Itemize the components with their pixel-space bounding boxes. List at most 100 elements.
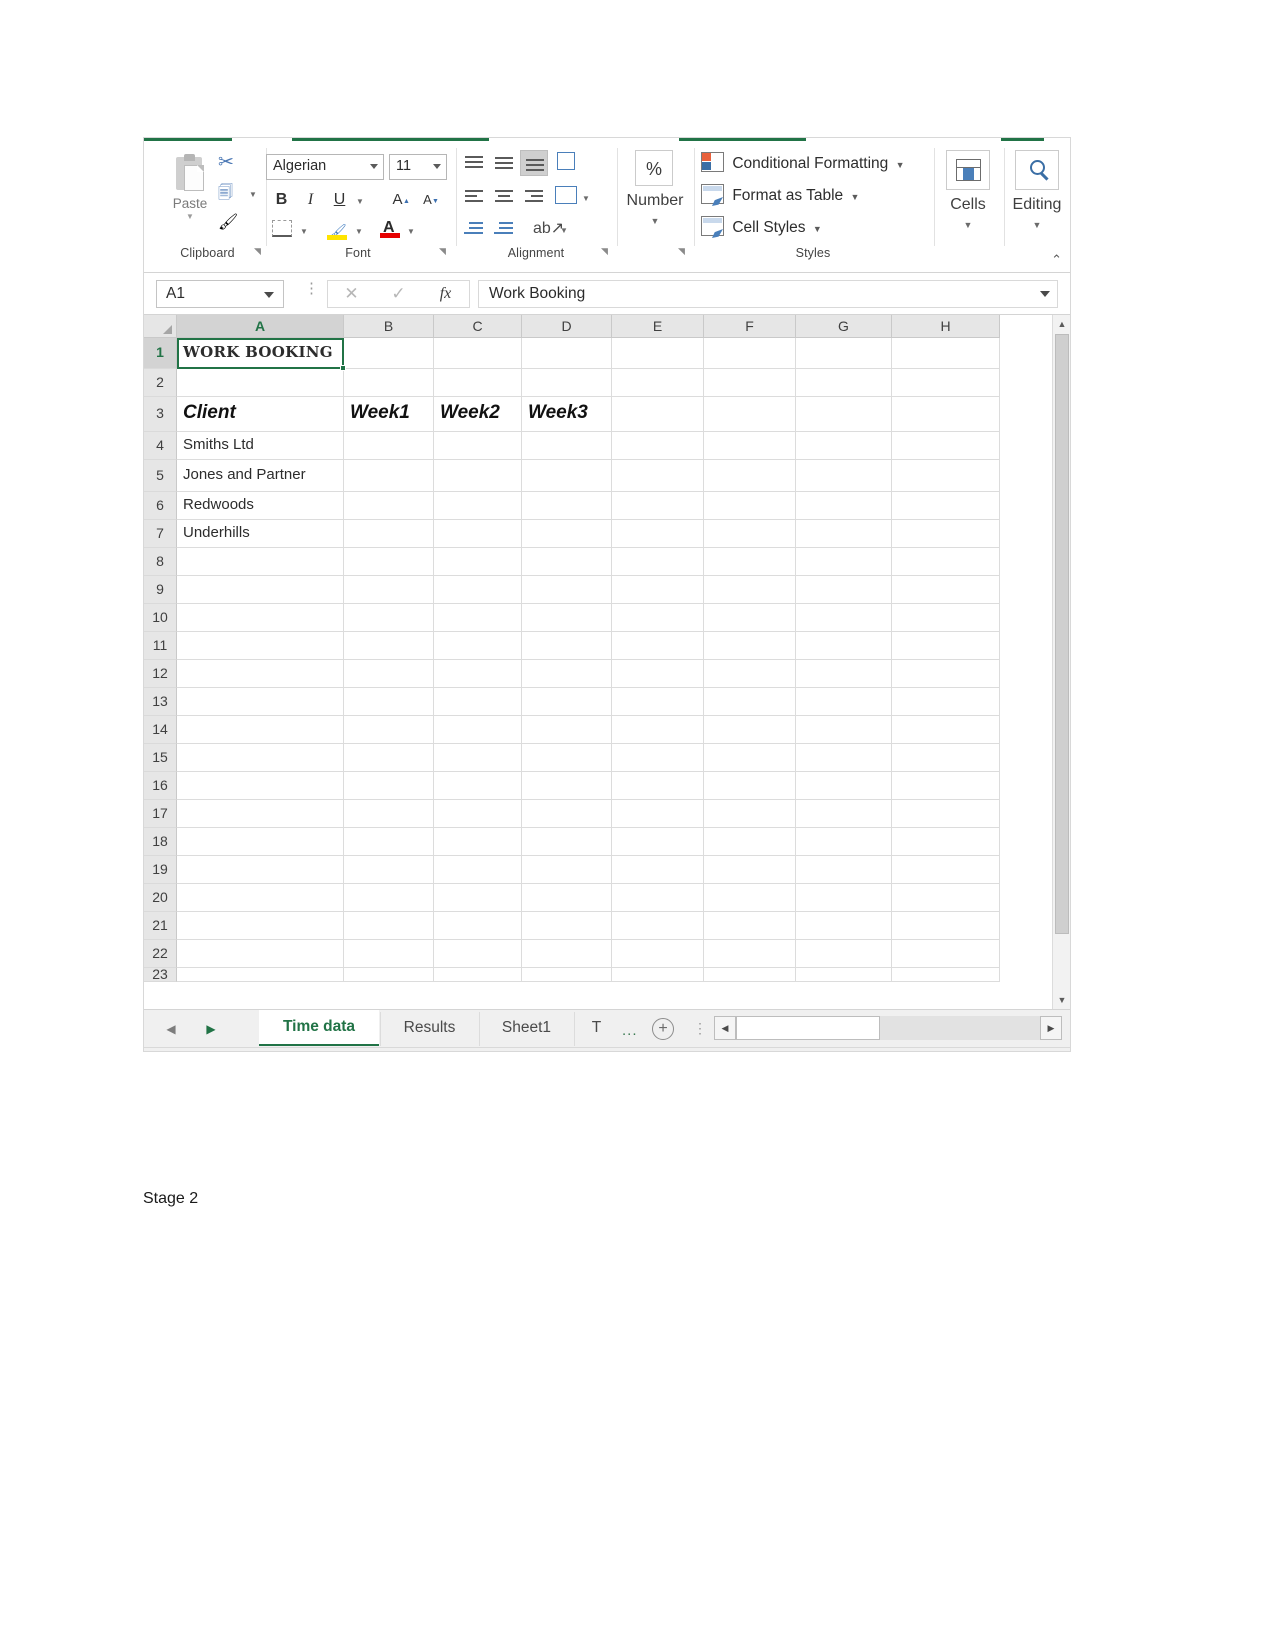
cell-H6[interactable] <box>892 492 1000 520</box>
cell-H11[interactable] <box>892 632 1000 660</box>
cell-B10[interactable] <box>344 604 434 632</box>
align-middle-button[interactable] <box>490 150 518 176</box>
cell-B5[interactable] <box>344 460 434 492</box>
row-header-21[interactable]: 21 <box>144 912 177 940</box>
copy-button[interactable]: 🗐 <box>218 180 248 206</box>
cell-D7[interactable] <box>522 520 612 548</box>
merge-dropdown-caret-icon[interactable]: ▼ <box>582 194 590 203</box>
formula-bar-grip[interactable]: ⋮ <box>304 281 319 296</box>
cell-E23[interactable] <box>612 968 704 982</box>
vertical-scrollbar[interactable]: ▲ ▼ <box>1052 315 1070 1009</box>
cell-C9[interactable] <box>434 576 522 604</box>
row-header-8[interactable]: 8 <box>144 548 177 576</box>
cell-H17[interactable] <box>892 800 1000 828</box>
merge-and-center-button[interactable] <box>552 184 580 210</box>
cell-G19[interactable] <box>796 856 892 884</box>
scroll-right-button[interactable]: ▶ <box>1040 1016 1062 1040</box>
cell-H21[interactable] <box>892 912 1000 940</box>
increase-font-size-button[interactable]: A ▲ <box>384 186 411 213</box>
row-header-18[interactable]: 18 <box>144 828 177 856</box>
add-sheet-button[interactable]: + <box>652 1018 674 1040</box>
cell-D1[interactable] <box>522 338 612 369</box>
cell-C17[interactable] <box>434 800 522 828</box>
editing-group-button[interactable]: Editing <box>1006 196 1068 214</box>
horizontal-scrollbar[interactable]: ◀ ▶ <box>714 1016 1062 1040</box>
row-header-12[interactable]: 12 <box>144 660 177 688</box>
cell-G15[interactable] <box>796 744 892 772</box>
font-color-button[interactable]: A <box>376 214 403 241</box>
cell-G23[interactable] <box>796 968 892 982</box>
cell-A10[interactable] <box>177 604 344 632</box>
cell-G14[interactable] <box>796 716 892 744</box>
cell-A18[interactable] <box>177 828 344 856</box>
cell-E1[interactable] <box>612 338 704 369</box>
column-header-G[interactable]: G <box>796 315 892 338</box>
paste-button[interactable]: Paste ▼ <box>162 148 218 240</box>
cell-B14[interactable] <box>344 716 434 744</box>
cell-E16[interactable] <box>612 772 704 800</box>
column-header-B[interactable]: B <box>344 315 434 338</box>
cell-C22[interactable] <box>434 940 522 968</box>
scroll-down-button[interactable]: ▼ <box>1053 991 1070 1009</box>
cell-E8[interactable] <box>612 548 704 576</box>
cell-G11[interactable] <box>796 632 892 660</box>
row-header-6[interactable]: 6 <box>144 492 177 520</box>
cell-E19[interactable] <box>612 856 704 884</box>
cell-A9[interactable] <box>177 576 344 604</box>
cell-C19[interactable] <box>434 856 522 884</box>
decrease-indent-button[interactable] <box>460 216 488 242</box>
underline-button[interactable]: U <box>326 186 353 213</box>
number-group-button[interactable]: Number <box>621 192 689 210</box>
tab-split-grip-icon[interactable]: ⋮ <box>693 1021 707 1035</box>
expand-formula-bar-icon[interactable] <box>1040 291 1050 297</box>
row-header-1[interactable]: 1 <box>144 338 177 369</box>
cell-F18[interactable] <box>704 828 796 856</box>
cell-B9[interactable] <box>344 576 434 604</box>
cell-A16[interactable] <box>177 772 344 800</box>
cell-B4[interactable] <box>344 432 434 460</box>
cell-H13[interactable] <box>892 688 1000 716</box>
cell-B17[interactable] <box>344 800 434 828</box>
cell-D3[interactable]: Week3 <box>522 397 612 432</box>
cell-A7[interactable]: Underhills <box>177 520 344 548</box>
cell-F11[interactable] <box>704 632 796 660</box>
cell-D5[interactable] <box>522 460 612 492</box>
cell-C15[interactable] <box>434 744 522 772</box>
cell-D14[interactable] <box>522 716 612 744</box>
decrease-font-size-button[interactable]: A ▼ <box>414 186 441 213</box>
cell-F8[interactable] <box>704 548 796 576</box>
cell-E9[interactable] <box>612 576 704 604</box>
wrap-text-dropdown-caret-icon[interactable]: ▼ <box>560 226 568 235</box>
cell-D22[interactable] <box>522 940 612 968</box>
cell-A3[interactable]: Client <box>177 397 344 432</box>
cell-A6[interactable]: Redwoods <box>177 492 344 520</box>
cell-C16[interactable] <box>434 772 522 800</box>
cell-D11[interactable] <box>522 632 612 660</box>
borders-button[interactable] <box>269 216 296 243</box>
copy-dropdown-caret-icon[interactable]: ▼ <box>249 190 257 199</box>
cell-F1[interactable] <box>704 338 796 369</box>
cell-A1[interactable]: WORK BOOKING <box>177 338 344 369</box>
cut-button[interactable]: ✂ <box>218 150 248 176</box>
cell-B21[interactable] <box>344 912 434 940</box>
cell-A23[interactable] <box>177 968 344 982</box>
cell-C10[interactable] <box>434 604 522 632</box>
cell-B19[interactable] <box>344 856 434 884</box>
cell-G3[interactable] <box>796 397 892 432</box>
cell-B3[interactable]: Week1 <box>344 397 434 432</box>
enter-button[interactable]: ✓ <box>375 281 422 307</box>
cell-F13[interactable] <box>704 688 796 716</box>
row-header-7[interactable]: 7 <box>144 520 177 548</box>
cell-H12[interactable] <box>892 660 1000 688</box>
row-header-2[interactable]: 2 <box>144 369 177 397</box>
cell-D4[interactable] <box>522 432 612 460</box>
select-all-button[interactable] <box>144 315 177 338</box>
cell-C6[interactable] <box>434 492 522 520</box>
borders-dropdown-caret-icon[interactable]: ▼ <box>300 227 308 236</box>
cell-D16[interactable] <box>522 772 612 800</box>
cell-B1[interactable] <box>344 338 434 369</box>
font-color-dropdown-caret-icon[interactable]: ▼ <box>407 227 415 236</box>
cell-C12[interactable] <box>434 660 522 688</box>
cell-C2[interactable] <box>434 369 522 397</box>
cell-C4[interactable] <box>434 432 522 460</box>
